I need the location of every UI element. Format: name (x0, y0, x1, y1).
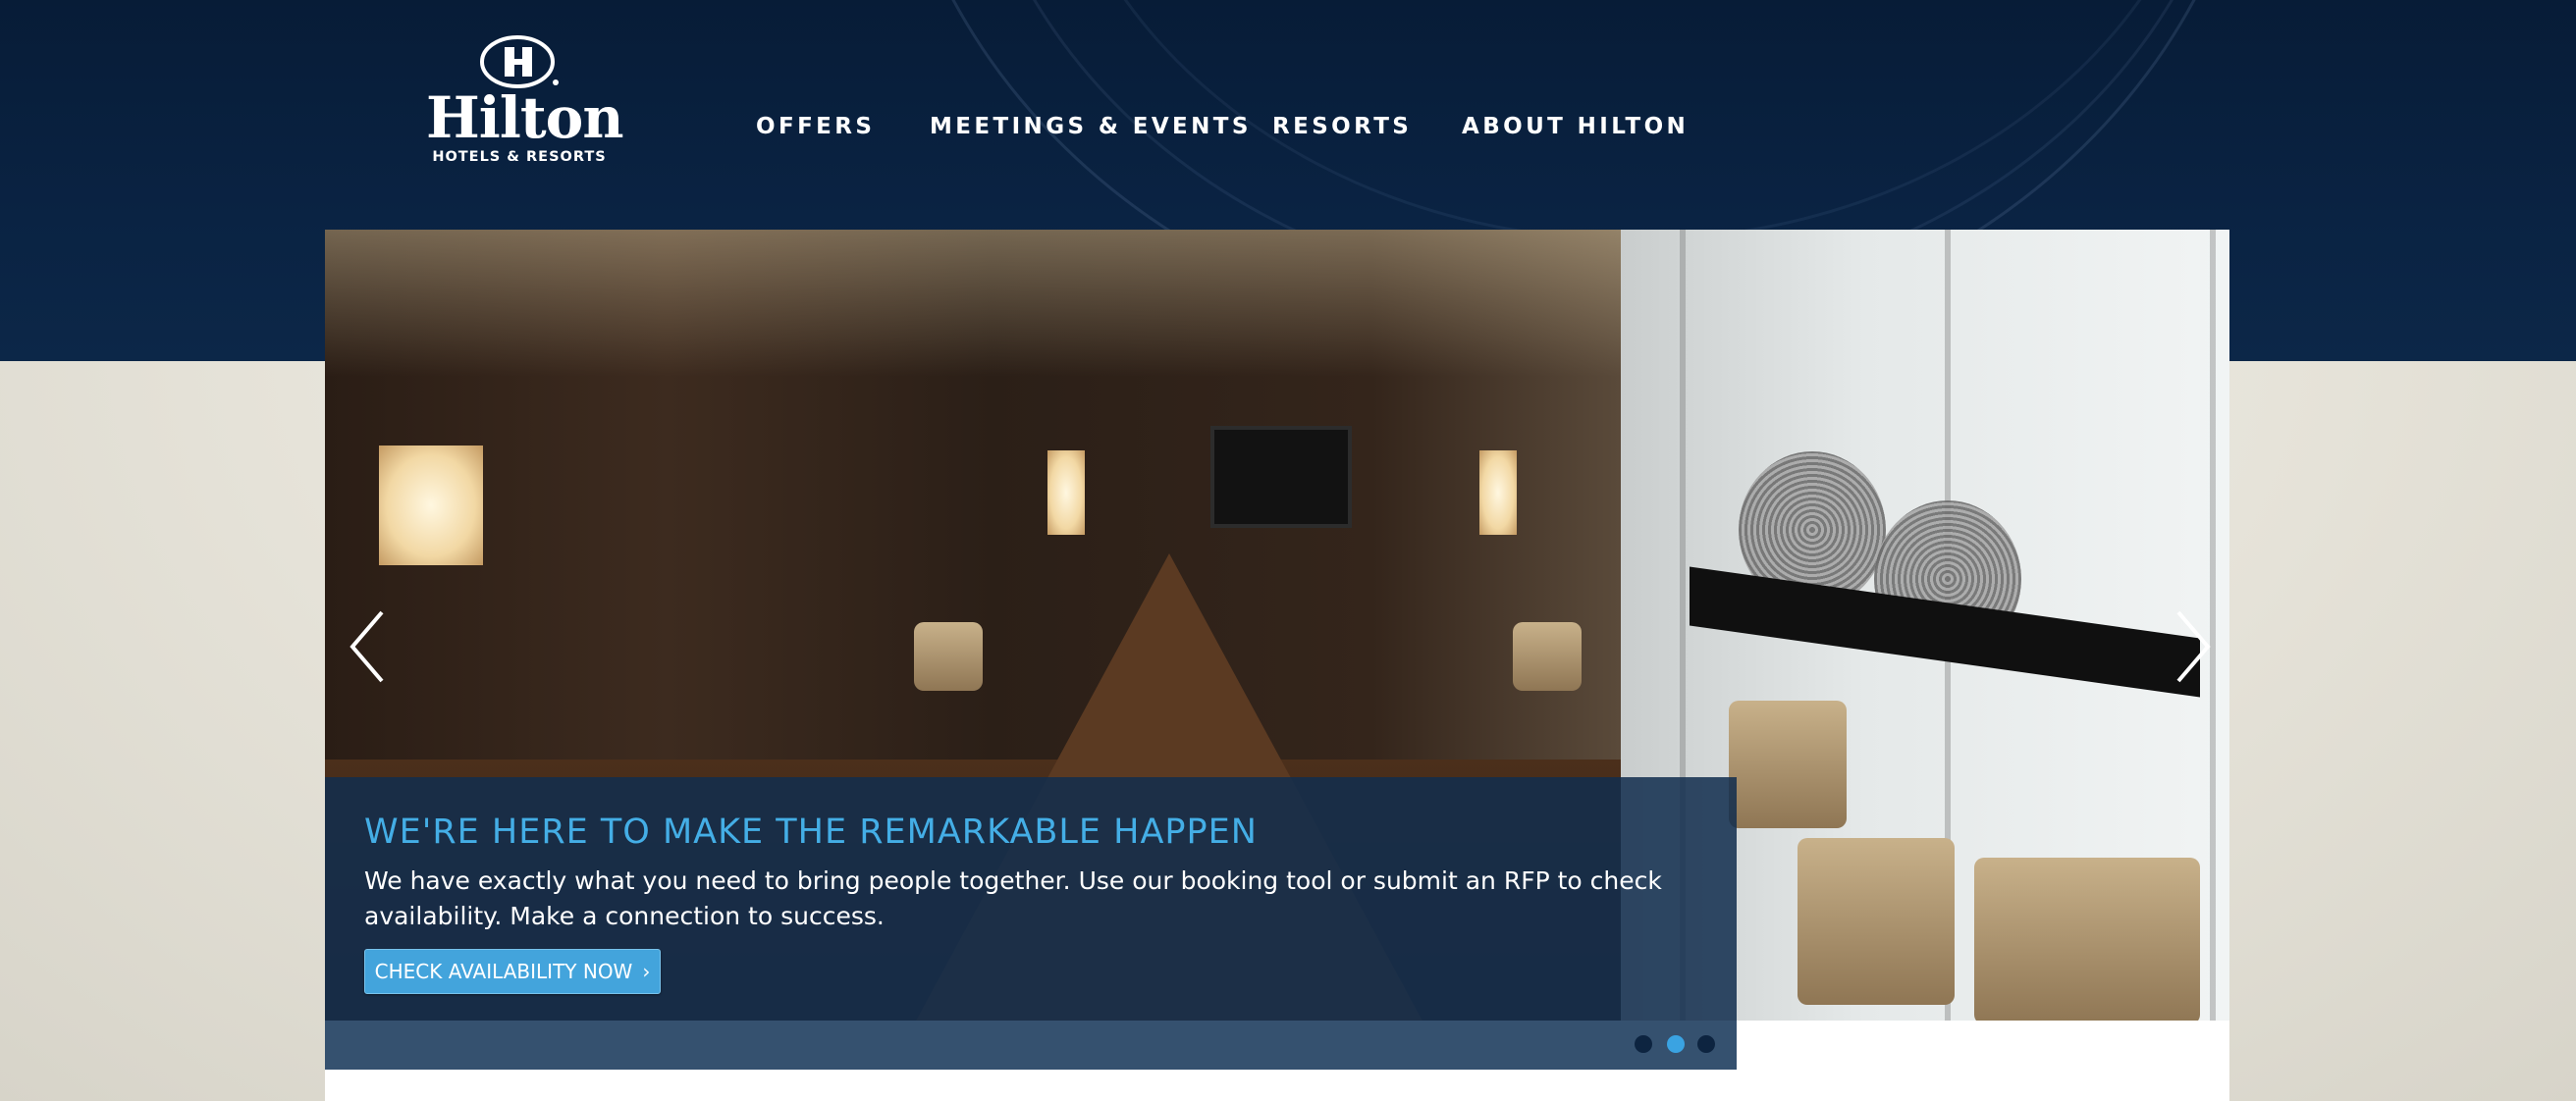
floor-lamp (379, 446, 483, 565)
chair (1513, 622, 1582, 691)
arrow-right-icon (2176, 610, 2211, 683)
slide-dot-3[interactable] (1697, 1035, 1715, 1053)
chair (1729, 701, 1847, 828)
hilton-logo[interactable]: Hilton HOTELS & RESORTS (426, 33, 624, 171)
wall-lamp (1479, 450, 1517, 535)
slide-dot-1[interactable] (1635, 1035, 1652, 1053)
nav-item-resorts[interactable]: RESORTS (1272, 114, 1412, 139)
chair (914, 622, 983, 691)
hero-title: WE'RE HERE TO MAKE THE REMARKABLE HAPPEN (364, 813, 1258, 852)
check-availability-button[interactable]: CHECK AVAILABILITY NOW › (364, 949, 661, 994)
slide-pagination (325, 1021, 1737, 1070)
check-availability-label: CHECK AVAILABILITY NOW (374, 960, 633, 983)
wall-tv (1210, 426, 1352, 528)
nav-item-about-hilton[interactable]: ABOUT HILTON (1462, 114, 1689, 139)
content-panel-edge (1737, 1021, 2229, 1070)
hilton-logo-icon (480, 35, 559, 88)
hero-description: We have exactly what you need to bring p… (364, 866, 1662, 930)
nav-item-offers[interactable]: OFFERS (756, 114, 875, 139)
arrow-left-icon (349, 610, 384, 683)
prev-slide-button[interactable] (343, 593, 402, 701)
brand-name: Hilton (426, 84, 624, 151)
chevron-right-icon: › (642, 960, 651, 983)
slide-dot-2[interactable] (1667, 1035, 1685, 1053)
content-panel (325, 1070, 2229, 1101)
next-slide-button[interactable] (2161, 593, 2220, 701)
brand-tagline: HOTELS & RESORTS (432, 149, 607, 165)
hero-caption: WE'RE HERE TO MAKE THE REMARKABLE HAPPEN… (325, 777, 1737, 1021)
nav-item-meetings-events[interactable]: MEETINGS & EVENTS (930, 114, 1252, 139)
chair (1974, 858, 2200, 1022)
wall-lamp (1047, 450, 1085, 535)
chair (1798, 838, 1955, 1005)
